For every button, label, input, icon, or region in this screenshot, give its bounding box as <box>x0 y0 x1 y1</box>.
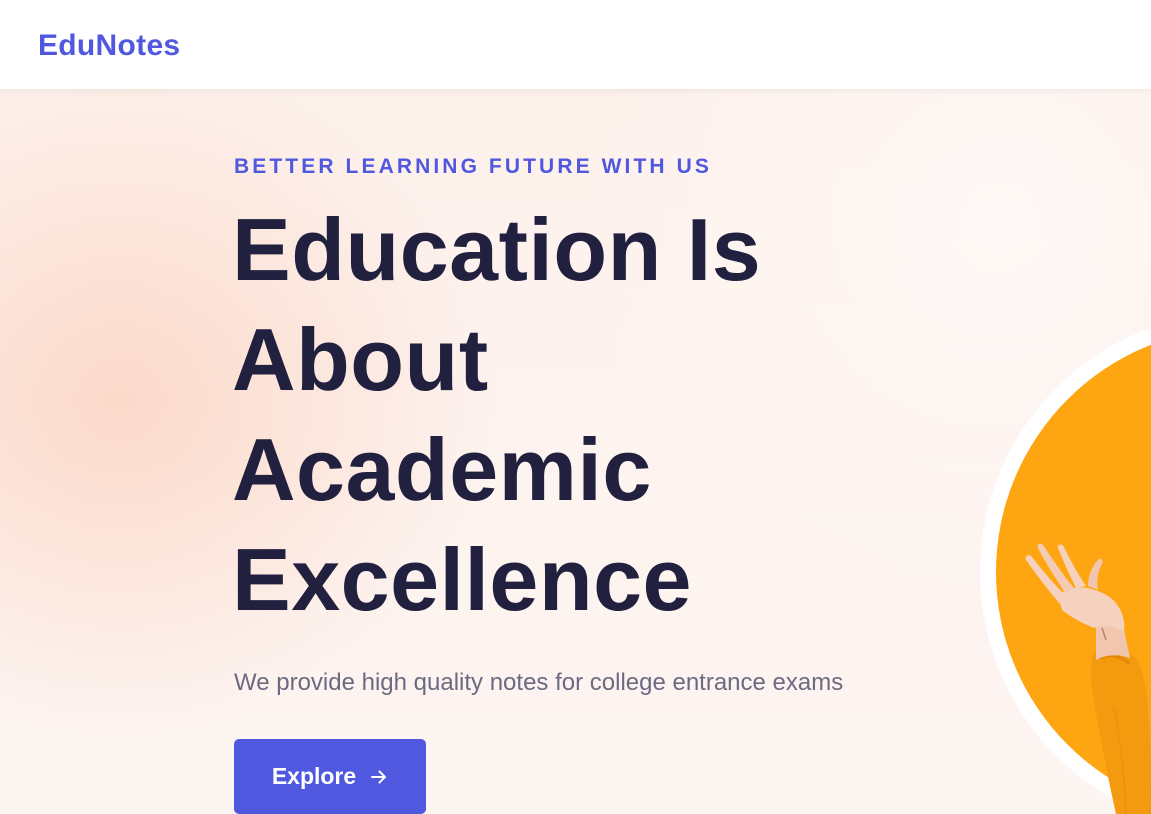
hero-headline: Education Is About Academic Excellence <box>232 195 761 635</box>
headline-line: Education Is <box>232 200 762 299</box>
hero-eyebrow: BETTER LEARNING FUTURE WITH US <box>234 155 712 178</box>
arrow-right-icon <box>371 770 387 783</box>
headline-line: Academic <box>232 420 652 519</box>
headline-line: Excellence <box>232 530 692 629</box>
site-header: EduNotes <box>0 0 1151 89</box>
site-logo[interactable]: EduNotes <box>38 28 180 64</box>
explore-button-label: Explore <box>271 763 357 789</box>
headline-line: About <box>232 310 489 409</box>
student-hand-illustration <box>1025 543 1151 814</box>
page: EduNotes BETTER LEARNING FUTURE WITH US … <box>0 0 1151 814</box>
hero-subtitle: We provide high quality notes for colleg… <box>234 669 844 696</box>
explore-button[interactable]: Explore <box>234 739 426 814</box>
